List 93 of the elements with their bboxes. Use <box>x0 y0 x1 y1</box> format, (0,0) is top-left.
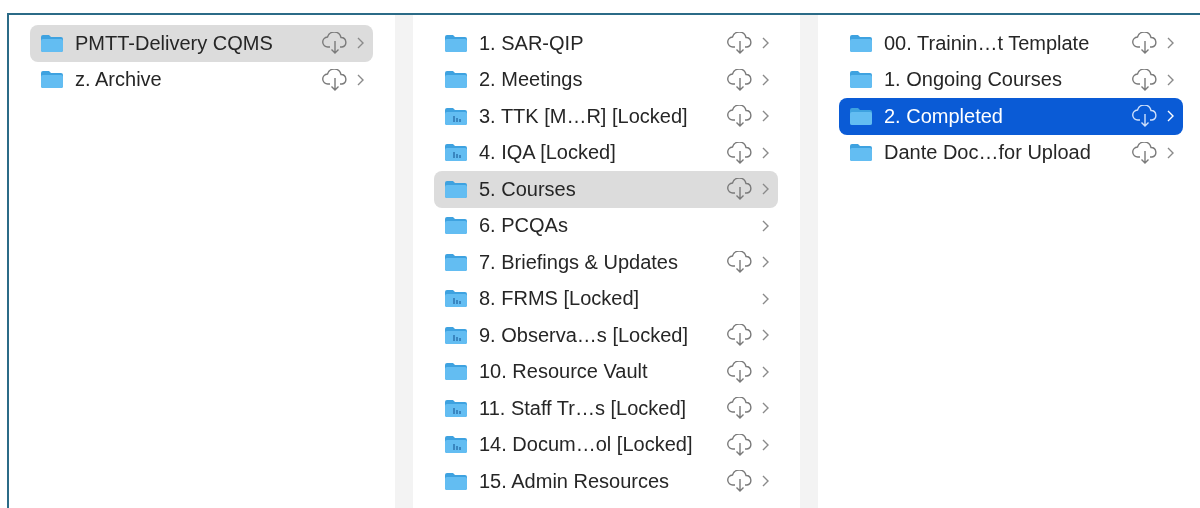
folder-with-chart-icon <box>444 325 468 345</box>
chevron-right-icon <box>762 183 769 196</box>
folder-name: 1. SAR-QIP <box>479 31 585 55</box>
folder-name: 00. Trainin…t Template <box>884 31 1091 55</box>
folder-icon <box>444 33 468 53</box>
folder-icon <box>444 179 468 199</box>
chevron-right-icon <box>762 256 769 269</box>
folder-icon <box>40 70 64 90</box>
folder-row[interactable]: 15. Admin Resources <box>434 463 778 500</box>
folder-icon <box>444 70 468 90</box>
folder-name: 1. Ongoing Courses <box>884 68 1063 92</box>
cloud-download-icon[interactable] <box>726 68 754 91</box>
chevron-right-icon <box>762 110 769 123</box>
cloud-download-icon[interactable] <box>1131 32 1159 55</box>
folder-row[interactable]: 2. Completed <box>839 98 1183 135</box>
folder-icon <box>444 362 468 382</box>
cloud-download-icon[interactable] <box>726 141 754 164</box>
folder-with-chart-icon <box>444 143 468 163</box>
folder-icon <box>40 33 64 53</box>
folder-name: PMTT-Delivery CQMS <box>75 31 274 55</box>
chevron-right-icon <box>1167 37 1174 50</box>
folder-icon <box>849 143 873 163</box>
folder-icon <box>849 33 873 53</box>
chevron-right-icon <box>357 37 364 50</box>
chevron-right-icon <box>1167 146 1174 159</box>
folder-row[interactable]: 2. Meetings <box>434 61 778 98</box>
folder-icon <box>849 106 873 126</box>
cloud-download-icon[interactable] <box>726 324 754 347</box>
folder-name: 7. Briefings & Updates <box>479 250 679 274</box>
folder-row[interactable]: PMTT-Delivery CQMS <box>30 25 373 62</box>
cloud-download-icon[interactable] <box>726 251 754 274</box>
folder-name: 5. Courses <box>479 177 577 201</box>
folder-row[interactable]: 14. Docum…ol [Locked] <box>434 426 778 463</box>
cloud-download-icon[interactable] <box>1131 141 1159 164</box>
folder-with-chart-icon <box>444 106 468 126</box>
folder-icon <box>444 471 468 491</box>
folder-row[interactable]: 8. FRMS [Locked] <box>434 280 778 317</box>
chevron-right-icon <box>762 475 769 488</box>
chevron-right-icon <box>762 329 769 342</box>
cloud-download-icon[interactable] <box>321 32 349 55</box>
cloud-download-icon[interactable] <box>726 360 754 383</box>
folder-with-chart-icon <box>444 289 468 309</box>
folder-name: 2. Completed <box>884 104 1004 128</box>
chevron-right-icon <box>357 73 364 86</box>
chevron-right-icon <box>762 402 769 415</box>
cloud-download-icon[interactable] <box>726 397 754 420</box>
folder-name: Dante Doc…for Upload <box>884 141 1092 165</box>
folder-row[interactable]: Dante Doc…for Upload <box>839 134 1183 171</box>
folder-row[interactable]: 3. TTK [M…R] [Locked] <box>434 98 778 135</box>
chevron-right-icon <box>762 73 769 86</box>
chevron-right-icon <box>762 365 769 378</box>
folder-icon <box>849 70 873 90</box>
chevron-right-icon <box>762 438 769 451</box>
folder-name: 11. Staff Tr…s [Locked] <box>479 396 688 420</box>
chevron-right-icon <box>762 219 769 232</box>
folder-with-chart-icon <box>444 398 468 418</box>
folder-row[interactable]: 00. Trainin…t Template <box>839 25 1183 62</box>
chevron-right-icon <box>1167 110 1174 123</box>
folder-row[interactable]: 9. Observa…s [Locked] <box>434 317 778 354</box>
folder-name: 14. Docum…ol [Locked] <box>479 433 694 457</box>
folder-row[interactable]: 5. Courses <box>434 171 778 208</box>
cloud-download-icon[interactable] <box>726 105 754 128</box>
chevron-right-icon <box>762 292 769 305</box>
cloud-download-icon[interactable] <box>1131 68 1159 91</box>
folder-row[interactable]: 11. Staff Tr…s [Locked] <box>434 390 778 427</box>
folder-icon <box>444 216 468 236</box>
chevron-right-icon <box>762 37 769 50</box>
folder-name: 3. TTK [M…R] [Locked] <box>479 104 689 128</box>
cloud-download-icon[interactable] <box>726 32 754 55</box>
folder-row[interactable]: 7. Briefings & Updates <box>434 244 778 281</box>
folder-name: 6. PCQAs <box>479 214 569 238</box>
folder-row[interactable]: 1. Ongoing Courses <box>839 61 1183 98</box>
folder-with-chart-icon <box>444 435 468 455</box>
folder-icon <box>444 252 468 272</box>
folder-name: 9. Observa…s [Locked] <box>479 323 689 347</box>
folder-row[interactable]: 10. Resource Vault <box>434 353 778 390</box>
cloud-download-icon[interactable] <box>726 178 754 201</box>
folder-name: 2. Meetings <box>479 68 584 92</box>
folder-row[interactable]: 1. SAR-QIP <box>434 25 778 62</box>
cloud-download-icon[interactable] <box>1131 105 1159 128</box>
chevron-right-icon <box>762 146 769 159</box>
folder-row[interactable]: 4. IQA [Locked] <box>434 134 778 171</box>
folder-name: 10. Resource Vault <box>479 360 649 384</box>
folder-name: 8. FRMS [Locked] <box>479 287 641 311</box>
cloud-download-icon[interactable] <box>726 433 754 456</box>
folder-name: 15. Admin Resources <box>479 469 671 493</box>
cloud-download-icon[interactable] <box>726 470 754 493</box>
cloud-download-icon[interactable] <box>321 68 349 91</box>
folder-row[interactable]: 6. PCQAs <box>434 207 778 244</box>
folder-row[interactable]: z. Archive <box>30 61 373 98</box>
chevron-right-icon <box>1167 73 1174 86</box>
folder-name: z. Archive <box>75 68 163 92</box>
folder-name: 4. IQA [Locked] <box>479 141 617 165</box>
